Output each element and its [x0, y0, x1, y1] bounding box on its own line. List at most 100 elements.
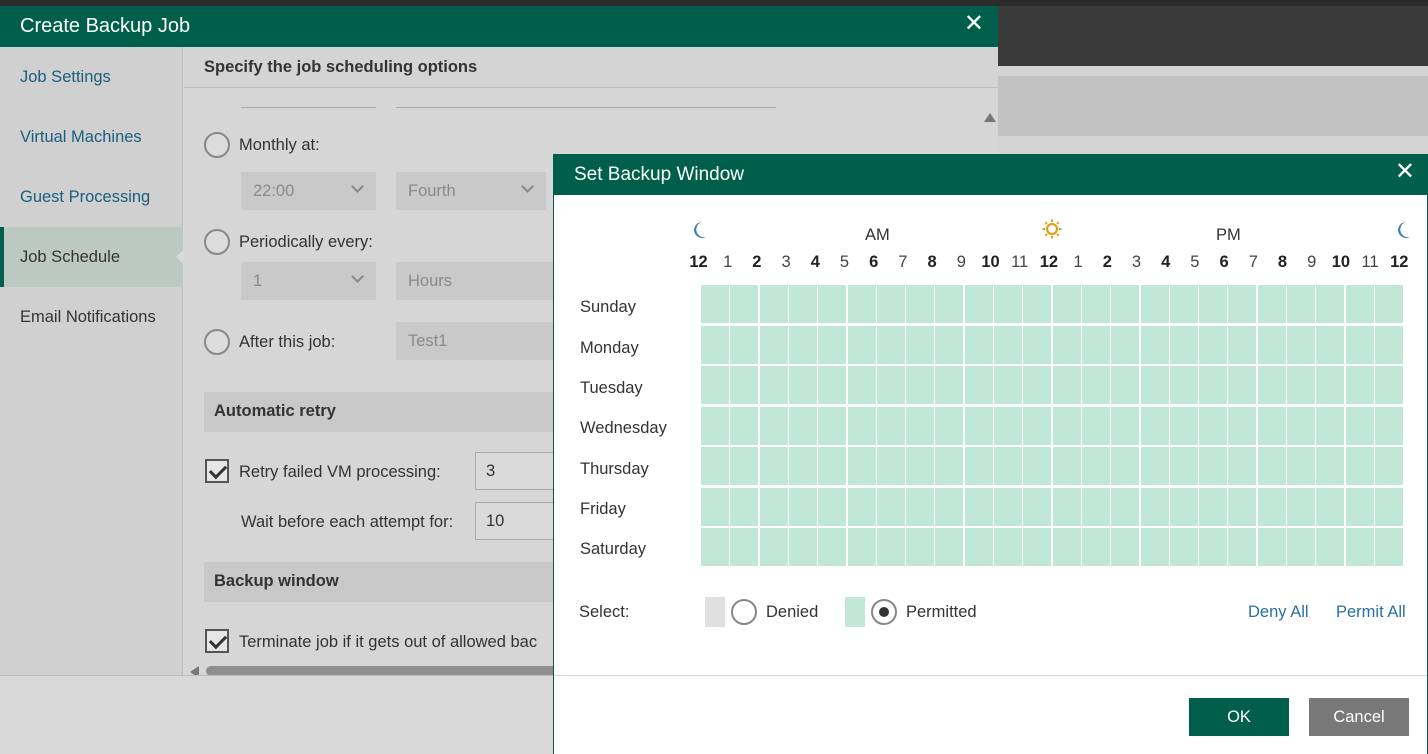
schedule-cell[interactable] [1140, 366, 1169, 404]
schedule-cell[interactable] [788, 285, 817, 323]
schedule-cell[interactable] [818, 528, 847, 566]
monthly-time-select[interactable]: 22:00 [241, 172, 376, 210]
periodically-radio[interactable] [204, 229, 230, 255]
schedule-cell[interactable] [1287, 487, 1315, 526]
schedule-cell[interactable] [1257, 366, 1286, 404]
close-icon[interactable]: ✕ [1395, 160, 1415, 184]
schedule-cell[interactable] [1374, 447, 1403, 485]
after-job-radio[interactable] [204, 329, 230, 355]
schedule-cell[interactable] [1081, 487, 1110, 526]
schedule-cell[interactable] [759, 325, 788, 364]
schedule-cell[interactable] [876, 325, 905, 364]
schedule-cell[interactable] [1257, 447, 1286, 485]
schedule-cell[interactable] [701, 406, 729, 445]
schedule-cell[interactable] [1199, 325, 1228, 364]
schedule-cell[interactable] [1052, 366, 1081, 404]
schedule-cell[interactable] [1081, 447, 1110, 485]
schedule-cell[interactable] [1257, 528, 1286, 566]
schedule-cell[interactable] [994, 406, 1022, 445]
nav-item-job-schedule[interactable]: Job Schedule [0, 227, 184, 287]
schedule-cell[interactable] [1257, 325, 1286, 364]
schedule-cell[interactable] [818, 447, 847, 485]
schedule-cell[interactable] [994, 447, 1022, 485]
schedule-cell[interactable] [1374, 285, 1403, 323]
deny-all-link[interactable]: Deny All [1248, 603, 1309, 622]
permitted-radio[interactable] [871, 599, 897, 625]
schedule-cell[interactable] [935, 447, 964, 485]
schedule-cell[interactable] [964, 325, 993, 364]
schedule-cell[interactable] [730, 406, 759, 445]
scroll-up-arrow[interactable] [984, 113, 996, 122]
schedule-cell[interactable] [1228, 325, 1257, 364]
schedule-cell[interactable] [1287, 366, 1315, 404]
schedule-cell[interactable] [788, 366, 817, 404]
schedule-cell[interactable] [1199, 528, 1228, 566]
schedule-cell[interactable] [1111, 487, 1140, 526]
schedule-cell[interactable] [730, 447, 759, 485]
schedule-cell[interactable] [1052, 447, 1081, 485]
schedule-cell[interactable] [994, 528, 1022, 566]
schedule-cell[interactable] [1228, 406, 1257, 445]
schedule-cell[interactable] [935, 528, 964, 566]
schedule-cell[interactable] [847, 447, 876, 485]
schedule-cell[interactable] [1052, 528, 1081, 566]
schedule-cell[interactable] [876, 528, 905, 566]
schedule-cell[interactable] [964, 447, 993, 485]
schedule-cell[interactable] [906, 285, 935, 323]
schedule-cell[interactable] [818, 285, 847, 323]
schedule-cell[interactable] [1345, 366, 1374, 404]
schedule-cell[interactable] [1140, 285, 1169, 323]
schedule-cell[interactable] [1081, 366, 1110, 404]
schedule-cell[interactable] [818, 325, 847, 364]
schedule-cell[interactable] [994, 325, 1022, 364]
schedule-cell[interactable] [1111, 406, 1140, 445]
schedule-cell[interactable] [1111, 528, 1140, 566]
schedule-cell[interactable] [1140, 487, 1169, 526]
schedule-cell[interactable] [1140, 447, 1169, 485]
wait-input[interactable]: 10 [475, 502, 565, 540]
terminate-checkbox[interactable] [205, 629, 229, 653]
schedule-cell[interactable] [730, 325, 759, 364]
schedule-cell[interactable] [1052, 285, 1081, 323]
schedule-cell[interactable] [701, 366, 729, 404]
schedule-cell[interactable] [730, 366, 759, 404]
schedule-cell[interactable] [788, 325, 817, 364]
close-icon[interactable]: ✕ [964, 12, 984, 36]
schedule-cell[interactable] [1023, 366, 1052, 404]
schedule-cell[interactable] [1257, 487, 1286, 526]
schedule-cell[interactable] [1287, 406, 1315, 445]
schedule-cell[interactable] [1169, 406, 1198, 445]
schedule-cell[interactable] [1316, 325, 1345, 364]
schedule-cell[interactable] [1374, 406, 1403, 445]
schedule-cell[interactable] [935, 366, 964, 404]
schedule-cell[interactable] [701, 285, 729, 323]
schedule-cell[interactable] [1345, 528, 1374, 566]
schedule-cell[interactable] [1023, 406, 1052, 445]
after-job-select[interactable]: Test1 [396, 322, 566, 360]
schedule-cell[interactable] [1287, 447, 1315, 485]
schedule-cell[interactable] [1023, 285, 1052, 323]
schedule-cell[interactable] [847, 487, 876, 526]
period-value-select[interactable]: 1 [241, 262, 376, 300]
schedule-cell[interactable] [1287, 285, 1315, 323]
schedule-cell[interactable] [1228, 528, 1257, 566]
nav-item-virtual-machines[interactable]: Virtual Machines [0, 107, 183, 167]
schedule-cell[interactable] [1169, 325, 1198, 364]
horizontal-scrollbar[interactable] [206, 666, 566, 675]
schedule-cell[interactable] [964, 528, 993, 566]
schedule-cell[interactable] [759, 366, 788, 404]
schedule-cell[interactable] [1228, 285, 1257, 323]
schedule-cell[interactable] [1257, 285, 1286, 323]
schedule-cell[interactable] [1374, 487, 1403, 526]
schedule-cell[interactable] [1169, 487, 1198, 526]
schedule-cell[interactable] [1228, 366, 1257, 404]
schedule-cell[interactable] [759, 487, 788, 526]
schedule-cell[interactable] [1023, 528, 1052, 566]
nav-item-email-notifications[interactable]: Email Notifications [0, 287, 183, 347]
schedule-cell[interactable] [994, 366, 1022, 404]
schedule-cell[interactable] [847, 406, 876, 445]
schedule-cell[interactable] [788, 406, 817, 445]
schedule-cell[interactable] [906, 447, 935, 485]
schedule-cell[interactable] [818, 487, 847, 526]
schedule-cell[interactable] [1199, 366, 1228, 404]
